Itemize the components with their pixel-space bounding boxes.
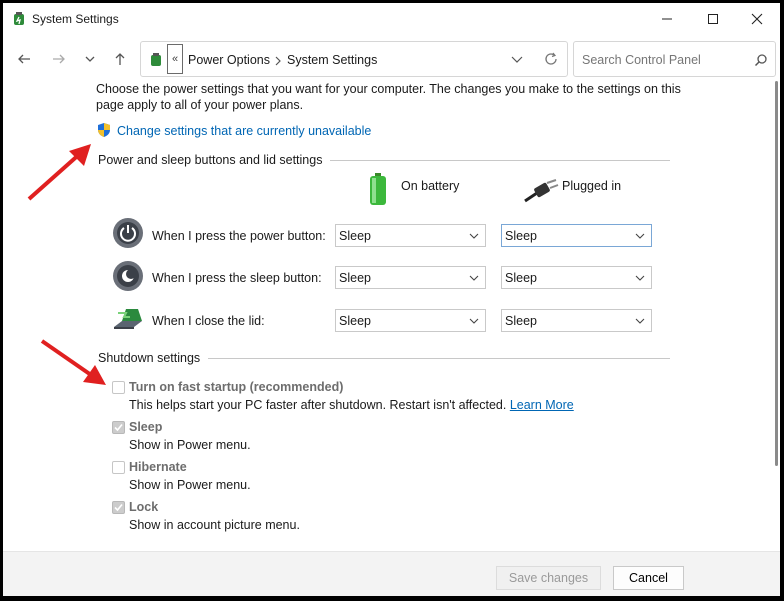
navigation-bar: « Power Options System Settings: [3, 39, 780, 79]
recent-locations-button[interactable]: [77, 47, 103, 71]
sleep-checkbox[interactable]: [112, 421, 125, 434]
breadcrumb-system-settings[interactable]: System Settings: [287, 53, 377, 67]
back-button[interactable]: [11, 47, 37, 71]
intro-text: Choose the power settings that you want …: [96, 82, 681, 112]
search-icon[interactable]: [754, 53, 768, 67]
arrow-right-icon: [53, 54, 65, 64]
learn-more-link[interactable]: Learn More: [510, 398, 574, 412]
settings-content: Choose the power settings that you want …: [3, 79, 780, 554]
chevron-down-icon: [469, 275, 479, 281]
vertical-scrollbar[interactable]: [775, 81, 778, 466]
close-icon: [751, 13, 763, 25]
close-lid-label: When I close the lid:: [152, 314, 265, 328]
sleep-button-icon: [113, 261, 143, 291]
breadcrumb-overflow-button[interactable]: «: [167, 44, 183, 74]
system-settings-window: System Settings « Power Options System S…: [3, 3, 780, 596]
selected-value: Sleep: [505, 314, 537, 328]
laptop-lid-icon: [114, 309, 142, 329]
power-button-icon: [113, 218, 143, 248]
footer-bar: Save changes Cancel: [3, 551, 780, 596]
save-changes-button[interactable]: Save changes: [496, 566, 601, 590]
chevron-down-icon: [469, 318, 479, 324]
lock-description: Show in account picture menu.: [129, 518, 300, 532]
on-battery-column-heading: On battery: [401, 179, 460, 193]
selected-value: Sleep: [505, 271, 537, 285]
cancel-button[interactable]: Cancel: [613, 566, 684, 590]
chevron-right-icon: [275, 56, 281, 66]
sleep-button-label: When I press the sleep button:: [152, 271, 322, 285]
power-button-battery-select[interactable]: Sleep: [335, 224, 486, 247]
title-bar: System Settings: [3, 3, 780, 35]
fast-startup-label: Turn on fast startup (recommended): [129, 380, 344, 394]
chevron-down-icon: [469, 233, 479, 239]
sleep-label: Sleep: [129, 420, 163, 434]
power-plug-icon: [524, 179, 559, 203]
search-input[interactable]: [582, 51, 742, 69]
address-bar[interactable]: « Power Options System Settings: [140, 41, 568, 77]
window-title: System Settings: [32, 12, 119, 26]
fast-startup-checkbox[interactable]: [112, 381, 125, 394]
sleep-button-plugged-select[interactable]: Sleep: [501, 266, 652, 289]
battery-icon: [370, 173, 386, 205]
forward-button[interactable]: [46, 47, 72, 71]
breadcrumb-power-options[interactable]: Power Options: [188, 53, 270, 67]
selected-value: Sleep: [505, 229, 537, 243]
shutdown-section-heading: Shutdown settings: [98, 351, 209, 365]
plugged-in-column-heading: Plugged in: [562, 179, 622, 193]
maximize-icon: [708, 14, 718, 24]
close-lid-battery-select[interactable]: Sleep: [335, 309, 486, 332]
annotation-arrow: [27, 144, 91, 201]
close-lid-plugged-select[interactable]: Sleep: [501, 309, 652, 332]
checkmark-icon: [114, 503, 123, 512]
selected-value: Sleep: [339, 314, 371, 328]
change-unavailable-settings-link[interactable]: Change settings that are currently unava…: [117, 124, 371, 138]
checkmark-icon: [114, 423, 123, 432]
hibernate-label: Hibernate: [129, 460, 187, 474]
fast-startup-description: This helps start your PC faster after sh…: [129, 398, 574, 412]
hibernate-description: Show in Power menu.: [129, 478, 251, 492]
lock-label: Lock: [129, 500, 159, 514]
address-dropdown-chevron-icon[interactable]: [511, 55, 523, 65]
sleep-button-battery-select[interactable]: Sleep: [335, 266, 486, 289]
power-buttons-section-heading: Power and sleep buttons and lid settings: [98, 153, 331, 167]
lock-checkbox[interactable]: [112, 501, 125, 514]
selected-value: Sleep: [339, 229, 371, 243]
maximize-button[interactable]: [690, 3, 736, 35]
fast-startup-desc-text: This helps start your PC faster after sh…: [129, 398, 507, 412]
annotation-arrow: [40, 339, 106, 385]
sleep-description: Show in Power menu.: [129, 438, 251, 452]
power-options-icon: [151, 53, 161, 66]
refresh-icon[interactable]: [544, 52, 558, 66]
hibernate-checkbox[interactable]: [112, 461, 125, 474]
arrow-up-icon: [115, 53, 125, 65]
power-options-icon: [14, 12, 24, 25]
chevron-down-icon: [635, 318, 645, 324]
chevron-down-icon: [635, 275, 645, 281]
search-box: [573, 41, 776, 77]
up-button[interactable]: [107, 47, 133, 71]
power-button-label: When I press the power button:: [152, 229, 326, 243]
chevron-down-icon: [85, 56, 95, 62]
minimize-icon: [662, 18, 672, 20]
close-button[interactable]: [734, 3, 780, 35]
arrow-left-icon: [18, 54, 30, 64]
uac-shield-icon: [98, 123, 110, 137]
selected-value: Sleep: [339, 271, 371, 285]
chevron-down-icon: [635, 233, 645, 239]
power-button-plugged-select[interactable]: Sleep: [501, 224, 652, 247]
minimize-button[interactable]: [644, 3, 690, 35]
